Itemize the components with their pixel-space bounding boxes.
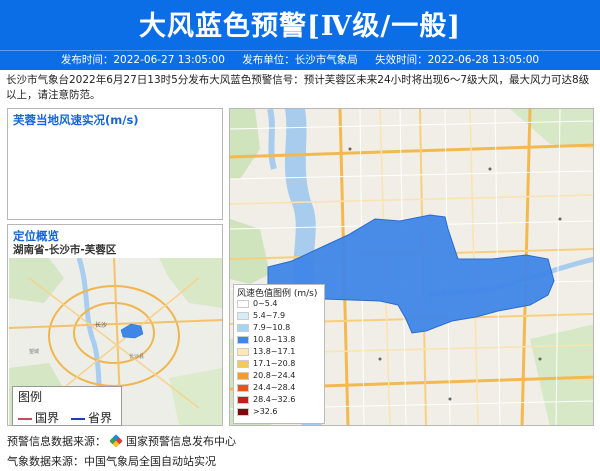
national-border-line-icon [18,417,32,420]
warning-meta-bar: 发布时间：2022-06-27 13:05:00 发布单位：长沙市气象局 失效时… [0,50,600,70]
wind-legend-label: 5.4~7.9 [253,311,286,320]
legend-item-province-border: 省界 [71,409,112,426]
wind-legend-item: 28.4~32.6 [237,394,295,405]
wind-legend-item: 10.8~13.8 [237,334,295,345]
warning-source-value: 国家预警信息发布中心 [126,435,236,448]
wind-legend-item: 20.8~24.4 [237,370,295,381]
color-swatch [237,359,249,368]
wind-legend-label: >32.6 [253,407,278,416]
wind-legend-item: 0~5.4 [237,298,278,309]
publisher: 发布单位：长沙市气象局 [242,54,358,66]
boundary-legend: 图例 国界 省界 [12,386,122,426]
color-swatch [237,323,249,332]
warning-source: 预警信息数据来源： 国家预警信息发布中心 [7,433,236,449]
wind-legend-label: 28.4~32.6 [253,395,296,404]
wind-legend-label: 24.4~28.4 [253,383,296,392]
weather-source-label: 气象数据来源： [7,455,84,468]
legend-label: 省界 [88,411,113,425]
warning-source-label: 预警信息数据来源： [7,435,106,448]
wind-legend-item: 7.9~10.8 [237,322,290,333]
color-swatch [237,371,249,380]
legend-item-national-border: 国界 [18,409,59,426]
color-swatch [237,347,249,356]
wind-legend-label: 20.8~24.4 [253,371,296,380]
svg-text:望城: 望城 [29,348,39,355]
color-swatch [237,383,249,392]
expire-time: 失效时间：2022-06-28 13:05:00 [375,54,540,66]
wind-legend-item: 13.8~17.1 [237,346,295,357]
wind-legend-item: 5.4~7.9 [237,310,285,321]
warning-summary: 长沙市气象台2022年6月27日13时5分发布大风蓝色预警信号：预计芙蓉区未来2… [6,74,590,101]
wind-legend-label: 13.8~17.1 [253,347,296,356]
wind-legend-label: 10.8~13.8 [253,335,296,344]
weather-source: 气象数据来源：中国气象局全国自动站实况 [7,453,216,469]
color-swatch [237,335,249,344]
wind-speed-legend: 风速色值图例 (m/s) 0~5.4 5.4~7.9 7.9~10.8 10.8… [233,284,325,424]
svg-text:长沙: 长沙 [95,321,107,329]
wind-legend-label: 0~5.4 [253,299,278,308]
wind-speed-panel: 芙蓉当地风速实况(m/s) [7,108,223,220]
color-swatch [237,395,249,404]
warning-center-logo-icon [109,434,123,448]
weather-source-value: 中国气象局全国自动站实况 [84,455,216,468]
legend-label: 国界 [35,411,60,425]
color-swatch [237,407,249,416]
publish-time: 发布时间：2022-06-27 13:05:00 [60,54,225,66]
wind-legend-label: 17.1~20.8 [253,359,296,368]
svg-text:长沙县: 长沙县 [129,353,144,360]
color-swatch [237,311,249,320]
wind-legend-item: 24.4~28.4 [237,382,295,393]
location-region: 湖南省-长沙市-芙蓉区 [13,244,117,256]
warning-title: 大风蓝色预警[Ⅳ级/一般] [138,11,462,42]
color-swatch [237,299,249,308]
boundary-legend-title: 图例 [18,390,43,404]
wind-legend-item: 17.1~20.8 [237,358,295,369]
wind-legend-label: 7.9~10.8 [253,323,291,332]
wind-legend-item: >32.6 [237,406,278,417]
province-border-line-icon [71,417,85,420]
warning-header: 大风蓝色预警[Ⅳ级/一般] [0,0,600,50]
wind-speed-panel-title: 芙蓉当地风速实况(m/s) [13,113,139,127]
